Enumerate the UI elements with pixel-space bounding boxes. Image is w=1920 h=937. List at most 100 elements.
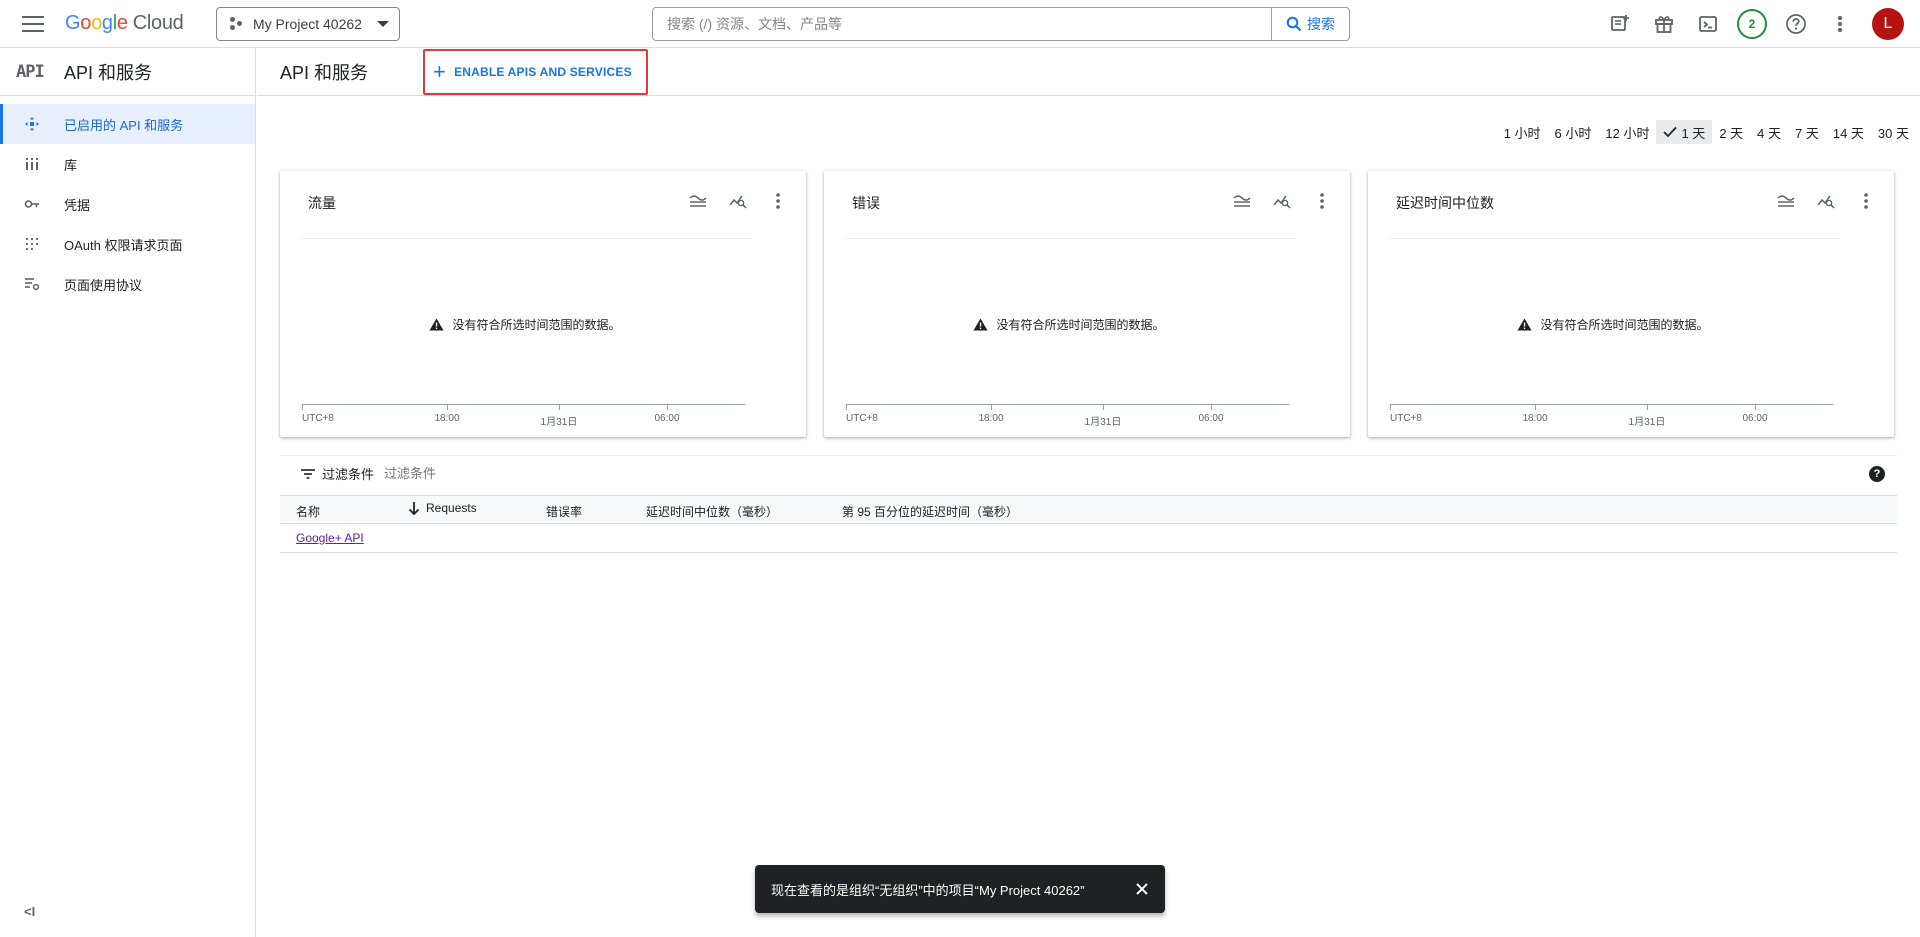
card-tools <box>1772 187 1880 215</box>
column-name[interactable]: 名称 <box>296 503 320 520</box>
metric-cards: 流量 没有符合所选时间范围的数据。 UTC+8 18:00 1月31日 06:0… <box>280 171 1894 437</box>
card-divider <box>1390 238 1840 239</box>
latency-card: 延迟时间中位数 没有符合所选时间范围的数据。 UTC+8 18:00 1月31日… <box>1368 171 1894 437</box>
table-row: Google+ API <box>280 524 1897 553</box>
page-title: API 和服务 <box>280 62 369 83</box>
more-vert-icon[interactable] <box>1852 187 1880 215</box>
axis-label: UTC+8 <box>1390 413 1422 424</box>
axis-label: 1月31日 <box>1628 417 1666 428</box>
more-vert-icon[interactable] <box>1824 8 1856 40</box>
axis-label: 06:00 <box>1742 413 1768 424</box>
axis-label: 18:00 <box>1522 413 1548 424</box>
no-data-message: 没有符合所选时间范围的数据。 <box>824 316 1350 333</box>
time-range-4d[interactable]: 4 天 <box>1750 120 1788 144</box>
key-icon <box>24 196 40 212</box>
explore-chart-icon[interactable] <box>724 187 752 215</box>
sidebar-item-credentials[interactable]: 凭据 <box>0 184 255 224</box>
legend-toggle-icon[interactable] <box>1772 187 1800 215</box>
sidebar-item-library[interactable]: 库 <box>0 144 255 184</box>
sidebar-nav: 已启用的 API 和服务 库 凭据 OAuth 权限请求页面 页面使用协议 <box>0 96 255 304</box>
time-range-1h[interactable]: 1 小时 <box>1497 120 1548 144</box>
help-icon[interactable]: ? <box>1869 466 1885 482</box>
settings-list-icon <box>24 276 40 292</box>
search-input[interactable] <box>653 8 1271 40</box>
sidebar-header: API API 和服务 <box>0 48 255 96</box>
search-button[interactable]: 搜索 <box>1271 8 1349 40</box>
card-tools <box>1228 187 1336 215</box>
column-median-latency[interactable]: 延迟时间中位数（毫秒） <box>646 503 778 520</box>
time-range-1d[interactable]: 1 天 <box>1656 120 1713 144</box>
plus-icon: + <box>433 58 447 84</box>
sidebar-item-enabled-apis[interactable]: 已启用的 API 和服务 <box>0 104 255 144</box>
enable-apis-button[interactable]: + ENABLE APIS AND SERVICES <box>423 48 648 95</box>
card-divider <box>302 238 752 239</box>
snackbar-message: 现在查看的是组织“无组织”中的项目“My Project 40262” <box>771 882 1085 898</box>
help-icon[interactable] <box>1780 8 1812 40</box>
traffic-card: 流量 没有符合所选时间范围的数据。 UTC+8 18:00 1月31日 06:0… <box>280 171 806 437</box>
axis-tick <box>667 405 668 410</box>
explore-chart-icon[interactable] <box>1812 187 1840 215</box>
gift-icon[interactable] <box>1648 8 1680 40</box>
axis-tick <box>1211 405 1212 410</box>
library-icon <box>24 156 40 172</box>
api-name-link[interactable]: Google+ API <box>296 531 364 545</box>
sidebar-item-page-agreements[interactable]: 页面使用协议 <box>0 264 255 304</box>
column-error-rate[interactable]: 错误率 <box>546 503 582 520</box>
axis-tick <box>559 405 560 410</box>
legend-toggle-icon[interactable] <box>1228 187 1256 215</box>
sidebar-item-label: 页面使用协议 <box>64 277 143 293</box>
time-range-7d[interactable]: 7 天 <box>1788 120 1826 144</box>
notifications-badge[interactable]: 2 <box>1736 8 1768 40</box>
axis-label: 18:00 <box>434 413 460 424</box>
close-icon[interactable] <box>1135 882 1149 896</box>
axis-label: UTC+8 <box>846 413 878 424</box>
column-p95-latency[interactable]: 第 95 百分位的延迟时间（毫秒） <box>842 503 1018 520</box>
page-header: API 和服务 + ENABLE APIS AND SERVICES <box>257 48 1920 96</box>
x-axis <box>846 404 1289 405</box>
filter-label: 过滤条件 <box>322 467 375 482</box>
time-range-30d[interactable]: 30 天 <box>1871 120 1916 144</box>
errors-card: 错误 没有符合所选时间范围的数据。 UTC+8 18:00 1月31日 06:0… <box>824 171 1350 437</box>
collapse-sidebar-button[interactable]: <I <box>24 904 35 919</box>
time-range-6h[interactable]: 6 小时 <box>1548 120 1599 144</box>
terminal-icon[interactable] <box>1692 8 1724 40</box>
more-vert-icon[interactable] <box>764 187 792 215</box>
filter-input[interactable] <box>384 466 685 481</box>
snackbar: 现在查看的是组织“无组织”中的项目“My Project 40262” <box>755 865 1165 913</box>
axis-tick <box>1535 405 1536 410</box>
time-range-selector: 1 小时 6 小时 12 小时 1 天 2 天 4 天 7 天 14 天 30 … <box>1497 120 1916 144</box>
api-logo: API <box>16 61 45 82</box>
warning-icon <box>1517 318 1532 331</box>
sidebar-item-label: 凭据 <box>64 197 91 213</box>
project-picker[interactable]: My Project 40262 <box>216 7 400 41</box>
enable-apis-label: ENABLE APIS AND SERVICES <box>454 64 632 79</box>
google-cloud-logo[interactable]: Google Cloud <box>65 12 184 35</box>
sidebar-item-oauth[interactable]: OAuth 权限请求页面 <box>0 224 255 264</box>
axis-label: 06:00 <box>1198 413 1224 424</box>
filter-icon <box>301 468 315 479</box>
sidebar-title: API 和服务 <box>64 62 153 83</box>
warning-icon <box>973 318 988 331</box>
search-button-label: 搜索 <box>1307 16 1335 32</box>
avatar[interactable]: L <box>1872 8 1904 40</box>
chevron-down-icon <box>377 21 389 27</box>
axis-label: 1月31日 <box>540 417 578 428</box>
check-icon <box>1663 126 1678 138</box>
main-content: API 和服务 + ENABLE APIS AND SERVICES 1 小时 … <box>257 48 1920 937</box>
column-requests[interactable]: Requests <box>408 501 477 515</box>
time-range-14d[interactable]: 14 天 <box>1826 120 1871 144</box>
sidebar-item-label: OAuth 权限请求页面 <box>64 237 183 253</box>
more-vert-icon[interactable] <box>1308 187 1336 215</box>
axis-tick <box>991 405 992 410</box>
project-name: My Project 40262 <box>253 16 362 32</box>
axis-label: 1月31日 <box>1084 417 1122 428</box>
main-menu-icon[interactable] <box>22 13 44 35</box>
explore-chart-icon[interactable] <box>1268 187 1296 215</box>
legend-toggle-icon[interactable] <box>684 187 712 215</box>
sidebar-item-label: 已启用的 API 和服务 <box>64 117 184 133</box>
no-data-message: 没有符合所选时间范围的数据。 <box>280 316 806 333</box>
notes-add-icon[interactable] <box>1604 8 1636 40</box>
time-range-12h[interactable]: 12 小时 <box>1598 120 1656 144</box>
top-bar: GoogleCloud My Project 40262 搜索 2 L <box>0 0 1920 48</box>
time-range-2d[interactable]: 2 天 <box>1712 120 1750 144</box>
